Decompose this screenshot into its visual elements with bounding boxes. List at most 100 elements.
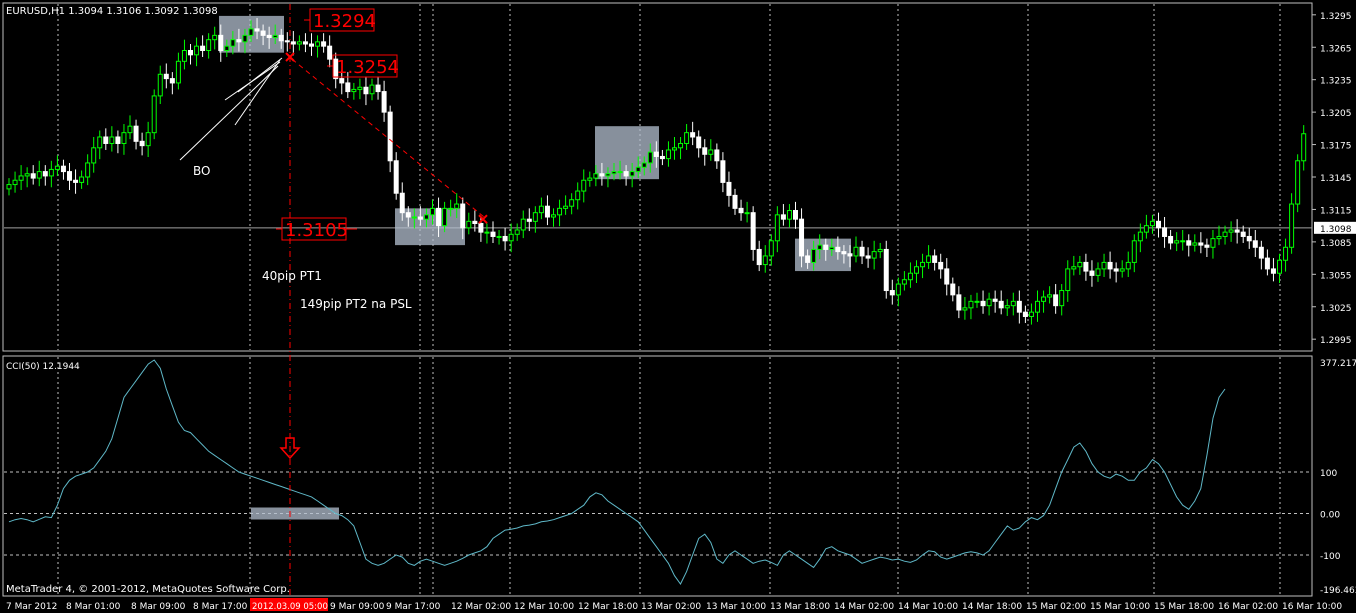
price-tick-label: 1.3055	[1320, 271, 1352, 281]
bull-candle-body	[315, 41, 321, 47]
bull-candle-body	[538, 205, 544, 214]
bull-candle-body	[593, 173, 599, 179]
bear-candle-body	[115, 136, 121, 144]
bull-candle-body	[206, 39, 212, 51]
bear-candle-body	[460, 203, 466, 229]
bull-candle-body	[496, 235, 502, 238]
bear-candle-body	[133, 125, 139, 142]
bear-candle-body	[720, 160, 726, 183]
price-tick-label: 1.3205	[1320, 109, 1352, 119]
bull-candle-body	[109, 136, 115, 144]
chart-canvas: 1.3294 1.3254 1.3105 BO 40pip PT1 149pip PT2 …	[0, 0, 1356, 613]
bear-candle-body	[696, 136, 702, 149]
bull-candle-body	[1149, 220, 1155, 227]
bull-candle-body	[145, 132, 151, 147]
bull-candle-body	[1035, 300, 1040, 313]
bear-candle-body	[750, 212, 756, 250]
bear-candle-body	[345, 82, 351, 93]
cci-tick-label: -100	[1320, 552, 1341, 562]
bear-candle-body	[1107, 261, 1113, 270]
bull-candle-body	[920, 261, 926, 268]
bull-candle-body	[1059, 290, 1065, 307]
bull-candle-body	[151, 95, 157, 134]
bull-candle-body	[448, 207, 454, 210]
bear-candle-body	[623, 171, 629, 177]
bear-candle-body	[260, 30, 266, 36]
bear-candle-body	[793, 210, 798, 220]
bull-candle-body	[1301, 133, 1307, 162]
bull-candle-body	[1143, 225, 1149, 233]
time-tick-label: 15 Mar 02:00	[1026, 602, 1086, 612]
bull-candle-body	[79, 176, 85, 183]
bull-candle-body	[1071, 266, 1077, 270]
cci-tick-label: -196.4636	[1320, 586, 1356, 596]
bull-candle-body	[617, 171, 623, 174]
bull-candle-body	[411, 216, 417, 219]
current-price-label: 1.3098	[1320, 225, 1352, 235]
bear-candle-body	[526, 218, 532, 222]
bear-candle-body	[726, 181, 732, 196]
bear-candle-body	[375, 84, 381, 93]
time-tick-label: 14 Mar 18:00	[962, 602, 1022, 612]
bull-candle-body	[708, 149, 714, 155]
bear-candle-body	[1204, 244, 1210, 248]
time-tick-label: 8 Mar 17:00	[193, 602, 248, 612]
bull-candle-body	[907, 272, 913, 281]
bear-candle-body	[236, 39, 242, 43]
bull-candle-body	[974, 300, 980, 303]
bear-candle-body	[1113, 268, 1119, 272]
bear-candle-body	[841, 251, 847, 255]
bear-candle-body	[327, 45, 333, 60]
bear-candle-body	[799, 218, 805, 257]
bear-candle-body	[738, 207, 744, 214]
bull-candle-body	[557, 207, 563, 216]
bull-candle-body	[1077, 261, 1083, 268]
bull-candle-body	[786, 210, 792, 220]
bull-candle-body	[811, 248, 817, 263]
bear-candle-body	[659, 155, 665, 160]
bear-candle-body	[417, 216, 423, 220]
bull-candle-body	[563, 205, 569, 209]
bull-candle-body	[1222, 231, 1228, 237]
time-tick-label: 9 Mar 17:00	[386, 602, 441, 612]
price-label-3: 1.3105	[285, 220, 348, 241]
bull-candle-body	[647, 151, 653, 164]
bull-candle-body	[97, 136, 103, 149]
bear-candle-body	[290, 41, 296, 45]
bull-candle-body	[817, 244, 823, 250]
bear-candle-body	[1022, 311, 1028, 317]
time-tick-label: 14 Mar 10:00	[898, 602, 958, 612]
bear-candle-body	[254, 28, 260, 32]
bear-candle-body	[139, 140, 145, 147]
bear-candle-body	[302, 41, 308, 45]
time-tick-label: 12 Mar 10:00	[514, 602, 574, 612]
indicator-info-label: CCI(50) 12.1944	[6, 362, 80, 372]
bull-candle-body	[48, 168, 54, 177]
bull-candle-body	[1101, 261, 1107, 270]
bear-candle-body	[284, 40, 290, 43]
price-tick-label: 1.3025	[1320, 304, 1352, 314]
chart-background	[0, 0, 1356, 613]
bull-candle-body	[1028, 311, 1034, 317]
bear-candle-body	[436, 207, 442, 227]
bear-candle-body	[278, 34, 284, 42]
bull-candle-body	[1289, 203, 1295, 248]
bear-candle-body	[67, 171, 72, 181]
bull-candle-body	[54, 165, 60, 170]
bull-candle-body	[1095, 268, 1101, 276]
bull-candle-body	[629, 171, 635, 177]
cci-tick-label: 0.00	[1320, 510, 1340, 520]
bear-candle-body	[1234, 229, 1240, 233]
time-tick-label: 16 Mar 02:00	[1218, 602, 1278, 612]
bear-candle-body	[1264, 257, 1270, 270]
pt1-label: 40pip PT1	[262, 269, 322, 283]
bull-candle-body	[121, 132, 127, 144]
bear-candle-body	[321, 41, 327, 47]
bull-candle-body	[744, 212, 750, 215]
price-tick-label: 1.3145	[1320, 174, 1352, 184]
bear-candle-body	[732, 194, 738, 209]
cci-tick-label: 377.2174	[1320, 359, 1356, 369]
bear-candle-body	[502, 235, 508, 242]
bull-candle-body	[914, 266, 919, 274]
bear-candle-body	[163, 73, 169, 80]
